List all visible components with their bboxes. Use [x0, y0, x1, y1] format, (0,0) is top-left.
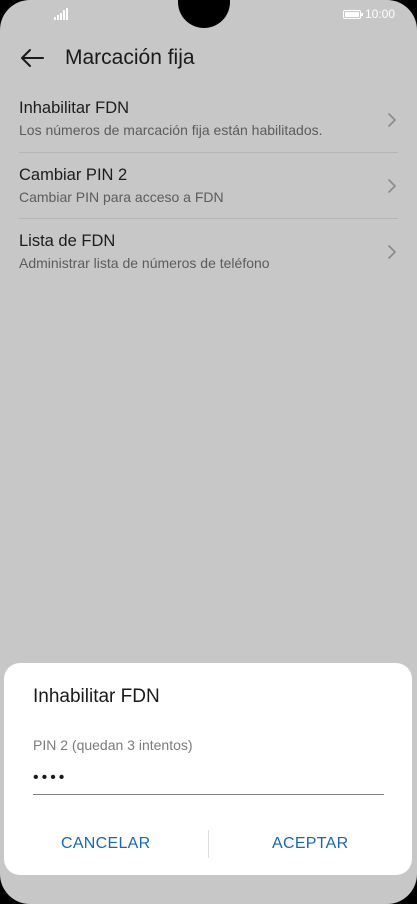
list-item-change-pin2[interactable]: Cambiar PIN 2 Cambiar PIN para acceso a … — [19, 152, 398, 218]
dialog-actions: CANCELAR ACEPTAR — [4, 825, 412, 863]
list-item-subtitle: Administrar lista de números de teléfono — [19, 255, 270, 271]
pin-field-label: PIN 2 (quedan 3 intentos) — [33, 737, 193, 753]
status-right: 10:00 — [342, 7, 395, 21]
status-bar: 10:00 — [0, 0, 417, 30]
status-time: 10:00 — [364, 7, 395, 21]
camera-notch — [178, 0, 230, 28]
list-item-title: Inhabilitar FDN — [19, 99, 130, 117]
list-item-fdn-list[interactable]: Lista de FDN Administrar lista de número… — [19, 218, 398, 284]
list-item-title: Lista de FDN — [19, 232, 116, 250]
chevron-right-icon — [388, 178, 396, 193]
dialog-title: Inhabilitar FDN — [33, 686, 160, 707]
chevron-right-icon — [388, 244, 396, 259]
list-item-subtitle: Los números de marcación fija están habi… — [19, 122, 323, 138]
cancel-button[interactable]: CANCELAR — [4, 825, 208, 863]
settings-list: Inhabilitar FDN Los números de marcación… — [0, 88, 417, 284]
pin-input[interactable] — [33, 761, 384, 795]
back-button[interactable] — [19, 45, 45, 71]
pin-dialog: Inhabilitar FDN PIN 2 (quedan 3 intentos… — [4, 663, 412, 875]
list-item-subtitle: Cambiar PIN para acceso a FDN — [19, 189, 224, 205]
battery-icon — [342, 9, 363, 19]
chevron-right-icon — [388, 113, 396, 127]
app-header: Marcación fija — [0, 30, 417, 86]
accept-button[interactable]: ACEPTAR — [209, 825, 413, 863]
phone-screen: 10:00 Marcación fija Inhabilitar FDN Los… — [0, 0, 417, 904]
page-title: Marcación fija — [65, 46, 195, 69]
list-item-disable-fdn[interactable]: Inhabilitar FDN Los números de marcación… — [19, 88, 398, 152]
list-item-title: Cambiar PIN 2 — [19, 166, 128, 184]
arrow-left-icon — [21, 49, 44, 67]
signal-icon — [54, 8, 68, 20]
